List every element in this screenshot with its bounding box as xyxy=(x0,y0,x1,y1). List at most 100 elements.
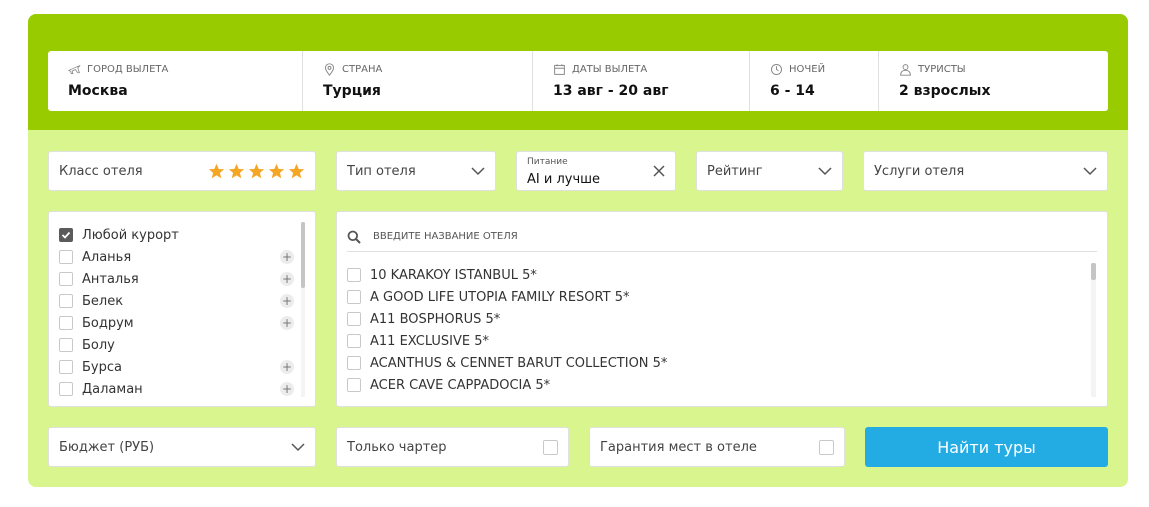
calendar-icon xyxy=(554,64,565,75)
hotel-name: A11 EXCLUSIVE 5* xyxy=(370,333,490,349)
hotel-scrollbar-thumb[interactable] xyxy=(1091,263,1096,280)
resort-list: Любой курорт Аланья + Анталья + Белек + … xyxy=(49,212,315,400)
resort-name: Анталья xyxy=(82,271,139,287)
resort-scrollbar[interactable] xyxy=(301,222,305,397)
plane-icon xyxy=(68,65,81,74)
close-icon[interactable] xyxy=(652,164,666,178)
resort-name: Белек xyxy=(82,293,124,309)
expand-plus-icon[interactable]: + xyxy=(280,360,294,374)
guaranteed-places-label: Гарантия мест в отеле xyxy=(600,439,757,455)
resort-item[interactable]: Бодрум + xyxy=(49,312,315,334)
find-tours-button[interactable]: Найти туры xyxy=(865,427,1108,467)
nights-field[interactable]: НОЧЕЙ 6 - 14 xyxy=(750,51,879,111)
search-params-bar: ГОРОД ВЫЛЕТА Москва СТРАНА Турция ДАТЫ В… xyxy=(48,51,1108,111)
expand-plus-icon[interactable]: + xyxy=(280,316,294,330)
resort-item[interactable]: Анталья + xyxy=(49,268,315,290)
country-field[interactable]: СТРАНА Турция xyxy=(303,51,533,111)
hotel-search-input[interactable] xyxy=(373,231,973,242)
search-icon xyxy=(347,230,361,244)
tourists-label: ТУРИСТЫ xyxy=(918,64,966,75)
checkbox-checked[interactable] xyxy=(59,228,73,242)
hotel-search-row xyxy=(347,222,1097,252)
hotel-item[interactable]: 10 KARAKOY ISTANBUL 5* xyxy=(347,264,667,286)
hotel-list: 10 KARAKOY ISTANBUL 5* A GOOD LIFE UTOPI… xyxy=(347,264,667,396)
departure-city-field[interactable]: ГОРОД ВЫЛЕТА Москва xyxy=(48,51,303,111)
country-value: Турция xyxy=(323,83,381,99)
hotel-scrollbar[interactable] xyxy=(1091,263,1096,397)
charter-only-option[interactable]: Только чартер xyxy=(336,427,569,467)
checkbox[interactable] xyxy=(347,334,361,348)
food-filter[interactable]: Питание AI и лучше xyxy=(516,151,676,191)
hotel-name: A11 BOSPHORUS 5* xyxy=(370,311,501,327)
checkbox[interactable] xyxy=(59,382,73,396)
hotel-item[interactable]: A11 EXCLUSIVE 5* xyxy=(347,330,667,352)
checkbox[interactable] xyxy=(59,360,73,374)
hotel-item[interactable]: A11 BOSPHORUS 5* xyxy=(347,308,667,330)
star-icon[interactable] xyxy=(208,163,225,180)
checkbox[interactable] xyxy=(59,250,73,264)
resort-name: Бодрум xyxy=(82,315,134,331)
hotel-name: ACER CAVE CAPPADOCIA 5* xyxy=(370,377,551,393)
hotel-item[interactable]: ACANTHUS & CENNET BARUT COLLECTION 5* xyxy=(347,352,667,374)
resort-name: Любой курорт xyxy=(82,227,179,243)
checkbox[interactable] xyxy=(347,268,361,282)
checkbox[interactable] xyxy=(59,316,73,330)
departure-dates-field[interactable]: ДАТЫ ВЫЛЕТА 13 авг - 20 авг xyxy=(533,51,750,111)
rating-dropdown[interactable]: Рейтинг xyxy=(696,151,843,191)
hotel-class-stars xyxy=(208,163,305,180)
resort-item[interactable]: Любой курорт xyxy=(49,224,315,246)
star-icon[interactable] xyxy=(248,163,265,180)
resort-item[interactable]: Бурса + xyxy=(49,356,315,378)
star-icon[interactable] xyxy=(288,163,305,180)
guaranteed-places-option[interactable]: Гарантия мест в отеле xyxy=(589,427,845,467)
tourists-field[interactable]: ТУРИСТЫ 2 взрослых xyxy=(879,51,1108,111)
map-pin-icon xyxy=(324,63,335,76)
departure-city-value: Москва xyxy=(68,83,128,99)
departure-city-label: ГОРОД ВЫЛЕТА xyxy=(87,64,169,75)
resort-item[interactable]: Аланья + xyxy=(49,246,315,268)
user-icon xyxy=(900,64,911,76)
resort-name: Даламан xyxy=(82,381,143,397)
hotel-type-dropdown[interactable]: Тип отеля xyxy=(336,151,496,191)
resort-item[interactable]: Даламан + xyxy=(49,378,315,400)
hotel-item[interactable]: A GOOD LIFE UTOPIA FAMILY RESORT 5* xyxy=(347,286,667,308)
hotel-list-panel: 10 KARAKOY ISTANBUL 5* A GOOD LIFE UTOPI… xyxy=(336,211,1108,407)
checkbox[interactable] xyxy=(347,378,361,392)
resort-item[interactable]: Белек + xyxy=(49,290,315,312)
chevron-down-icon xyxy=(1083,167,1097,176)
resort-name: Бурса xyxy=(82,359,122,375)
star-icon[interactable] xyxy=(268,163,285,180)
tour-search-panel: ГОРОД ВЫЛЕТА Москва СТРАНА Турция ДАТЫ В… xyxy=(28,14,1128,487)
expand-plus-icon[interactable]: + xyxy=(280,250,294,264)
chevron-down-icon xyxy=(471,167,485,176)
hotel-class-label: Класс отеля xyxy=(59,163,143,179)
tourists-value: 2 взрослых xyxy=(899,83,991,99)
resort-item[interactable]: Болу xyxy=(49,334,315,356)
checkbox[interactable] xyxy=(59,294,73,308)
charter-only-checkbox[interactable] xyxy=(543,440,558,455)
star-icon[interactable] xyxy=(228,163,245,180)
chevron-down-icon xyxy=(291,443,305,452)
hotel-class-filter[interactable]: Класс отеля xyxy=(48,151,316,191)
rating-label: Рейтинг xyxy=(707,163,763,179)
hotel-item[interactable]: ACER CAVE CAPPADOCIA 5* xyxy=(347,374,667,396)
hotel-services-dropdown[interactable]: Услуги отеля xyxy=(863,151,1108,191)
hotel-name: ACANTHUS & CENNET BARUT COLLECTION 5* xyxy=(370,355,668,371)
expand-plus-icon[interactable]: + xyxy=(280,294,294,308)
guaranteed-places-checkbox[interactable] xyxy=(819,440,834,455)
budget-dropdown[interactable]: Бюджет (РУБ) xyxy=(48,427,316,467)
hotel-services-label: Услуги отеля xyxy=(874,163,965,179)
checkbox[interactable] xyxy=(59,338,73,352)
expand-plus-icon[interactable]: + xyxy=(280,382,294,396)
resort-scrollbar-thumb[interactable] xyxy=(301,222,305,288)
resort-name: Аланья xyxy=(82,249,132,265)
expand-plus-icon[interactable]: + xyxy=(280,272,294,286)
nights-label: НОЧЕЙ xyxy=(789,64,826,75)
checkbox[interactable] xyxy=(347,290,361,304)
checkbox[interactable] xyxy=(347,312,361,326)
checkbox[interactable] xyxy=(59,272,73,286)
departure-dates-value: 13 авг - 20 авг xyxy=(553,83,669,99)
resort-name: Болу xyxy=(82,337,115,353)
checkbox[interactable] xyxy=(347,356,361,370)
chevron-down-icon xyxy=(818,167,832,176)
